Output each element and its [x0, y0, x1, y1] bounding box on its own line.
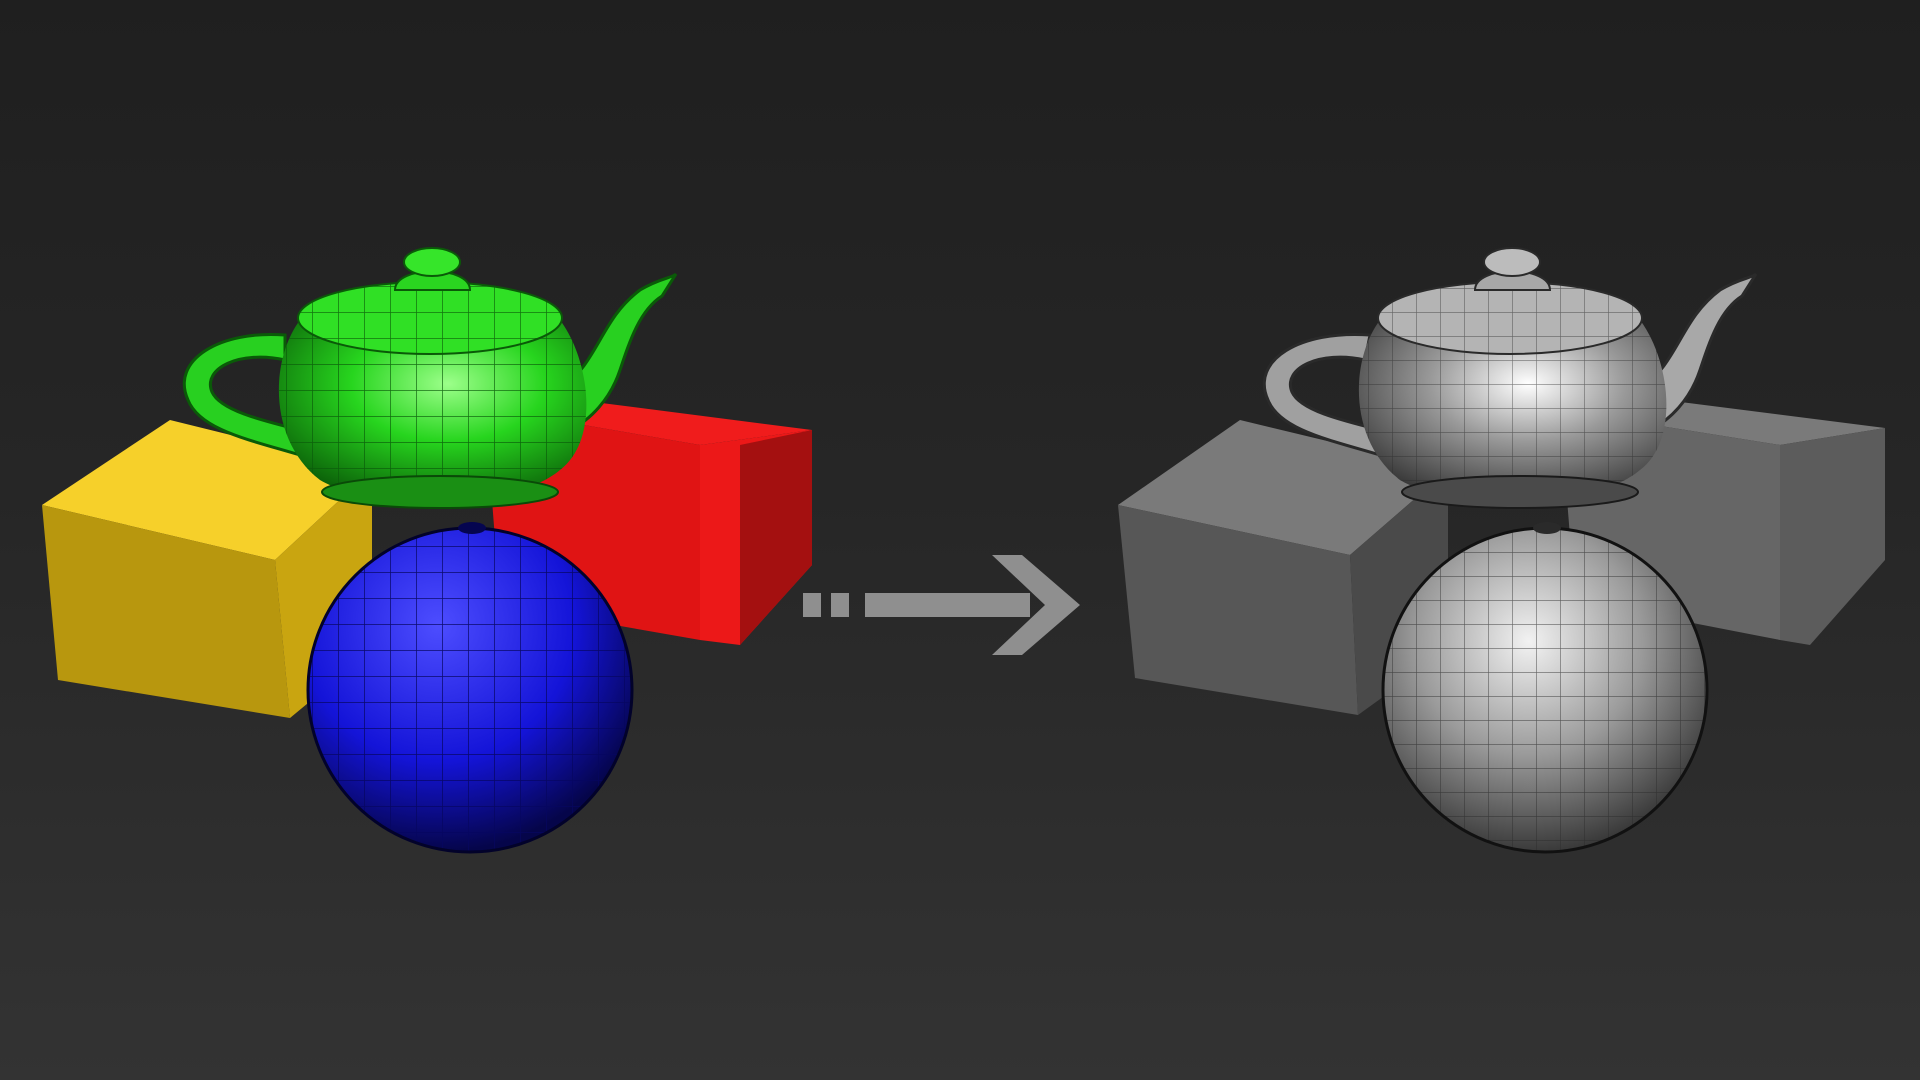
gray-scene — [1118, 247, 1885, 854]
arrow-dot-2 — [831, 593, 849, 617]
arrow-dot-1 — [803, 593, 821, 617]
scene-canvas — [42, 247, 1885, 854]
arrow-shaft — [865, 593, 1030, 617]
arrow-icon — [803, 555, 1080, 655]
3d-viewport — [0, 0, 1920, 1080]
colored-scene — [42, 247, 812, 854]
